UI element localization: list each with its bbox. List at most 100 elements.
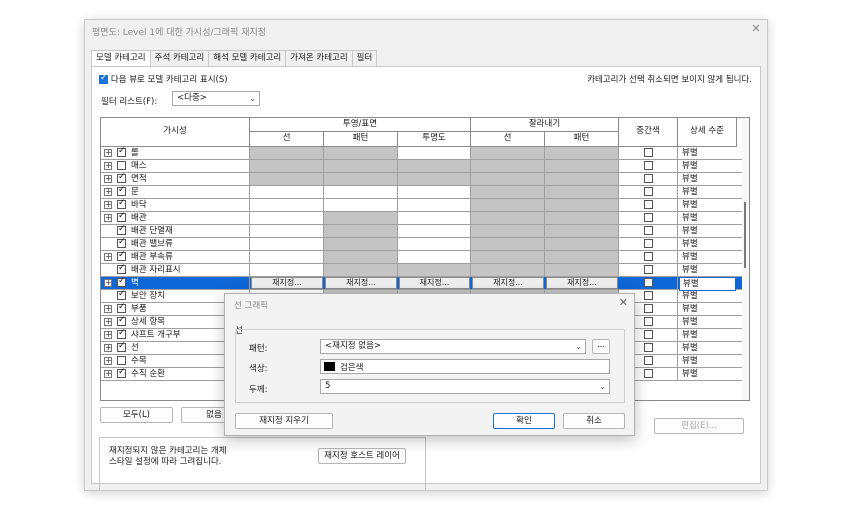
- graphics-cell[interactable]: [545, 173, 619, 185]
- halftone-checkbox[interactable]: [644, 187, 653, 196]
- override-host-layers-button[interactable]: 재지정 호스트 레이어: [318, 448, 406, 464]
- graphics-cell[interactable]: [398, 147, 471, 159]
- clear-overrides-button[interactable]: 재지정 지우기: [235, 413, 333, 429]
- graphics-cell[interactable]: [398, 199, 471, 211]
- ok-button[interactable]: 확인: [493, 413, 555, 429]
- filter-list-select[interactable]: <다중> ⌄: [172, 91, 260, 106]
- expand-icon[interactable]: +: [104, 175, 112, 183]
- graphics-cell[interactable]: [324, 147, 398, 159]
- row-visibility-checkbox[interactable]: [117, 185, 126, 196]
- row-visibility-checkbox[interactable]: [117, 367, 126, 378]
- graphics-cell[interactable]: [471, 251, 545, 263]
- table-row[interactable]: + 배관 부속류 뷰별: [101, 250, 749, 264]
- detail-level-cell[interactable]: 뷰별: [679, 160, 736, 172]
- row-visibility-checkbox[interactable]: [117, 198, 126, 209]
- pattern-more-button[interactable]: ...: [592, 339, 610, 354]
- graphics-cell[interactable]: [398, 186, 471, 198]
- halftone-checkbox[interactable]: [644, 330, 653, 339]
- expand-icon[interactable]: +: [104, 370, 112, 378]
- expand-icon[interactable]: +: [104, 357, 112, 365]
- graphics-cell[interactable]: [471, 225, 545, 237]
- expand-icon[interactable]: +: [104, 305, 112, 313]
- row-visibility-checkbox[interactable]: [117, 328, 126, 339]
- pattern-select[interactable]: <재지정 없음> ⌄: [320, 339, 586, 354]
- table-row[interactable]: 배관 밸브류 뷰별: [101, 237, 749, 251]
- halftone-checkbox[interactable]: [644, 343, 653, 352]
- graphics-cell[interactable]: [398, 173, 471, 185]
- graphics-cell[interactable]: [398, 212, 471, 224]
- detail-level-cell[interactable]: 뷰별: [679, 368, 736, 380]
- tab-annotation-categories[interactable]: 주석 카테고리: [149, 50, 210, 66]
- graphics-cell[interactable]: [324, 251, 398, 263]
- graphics-cell[interactable]: [471, 160, 545, 172]
- expand-icon[interactable]: +: [104, 214, 112, 222]
- graphics-cell[interactable]: [250, 186, 324, 198]
- table-row[interactable]: +문뷰별: [101, 185, 749, 199]
- graphics-cell[interactable]: [250, 173, 324, 185]
- graphics-cell[interactable]: [250, 264, 324, 276]
- graphics-cell[interactable]: [324, 238, 398, 250]
- graphics-cell[interactable]: [545, 212, 619, 224]
- row-visibility-checkbox[interactable]: [117, 237, 126, 248]
- row-visibility-checkbox[interactable]: [117, 356, 126, 365]
- table-row[interactable]: + 면적 뷰별: [101, 172, 749, 186]
- detail-level-cell[interactable]: 뷰별: [679, 147, 736, 159]
- graphics-cell[interactable]: [471, 147, 545, 159]
- halftone-checkbox[interactable]: [644, 226, 653, 235]
- graphics-cell[interactable]: [545, 264, 619, 276]
- graphics-cell[interactable]: [545, 147, 619, 159]
- color-button[interactable]: 검은색: [320, 359, 610, 374]
- halftone-checkbox[interactable]: [644, 356, 653, 365]
- row-visibility-checkbox[interactable]: [117, 341, 126, 352]
- row-visibility-checkbox[interactable]: [117, 289, 126, 300]
- graphics-cell[interactable]: [398, 225, 471, 237]
- halftone-checkbox[interactable]: [644, 317, 653, 326]
- graphics-cell[interactable]: [398, 238, 471, 250]
- weight-select[interactable]: 5 ⌄: [320, 379, 610, 394]
- expand-icon[interactable]: +: [104, 318, 112, 326]
- row-visibility-checkbox[interactable]: [117, 276, 126, 287]
- graphics-cell[interactable]: [545, 251, 619, 263]
- table-row[interactable]: + 배관 뷰별: [101, 211, 749, 225]
- graphics-cell[interactable]: [324, 264, 398, 276]
- graphics-cell[interactable]: [250, 147, 324, 159]
- table-row[interactable]: 배관 단열재 뷰별: [101, 224, 749, 238]
- halftone-checkbox[interactable]: [644, 200, 653, 209]
- detail-level-cell[interactable]: 뷰별: [679, 225, 736, 237]
- graphics-cell[interactable]: [545, 225, 619, 237]
- halftone-checkbox[interactable]: [644, 265, 653, 274]
- row-visibility-checkbox[interactable]: [117, 211, 126, 222]
- dialog-close-icon[interactable]: ✕: [619, 296, 628, 309]
- show-categories-checkbox[interactable]: [99, 73, 108, 84]
- row-visibility-checkbox[interactable]: [117, 146, 126, 157]
- expand-icon[interactable]: +: [104, 344, 112, 352]
- halftone-checkbox[interactable]: [644, 161, 653, 170]
- detail-level-cell[interactable]: 뷰별: [679, 303, 736, 315]
- graphics-cell[interactable]: [398, 160, 471, 172]
- row-visibility-checkbox[interactable]: [117, 263, 126, 274]
- row-visibility-checkbox[interactable]: [117, 224, 126, 235]
- detail-level-cell[interactable]: 뷰별: [679, 329, 736, 341]
- expand-icon[interactable]: +: [104, 253, 112, 261]
- override-button[interactable]: 재지정...: [325, 277, 397, 289]
- override-button[interactable]: 재지정...: [546, 277, 618, 289]
- graphics-cell[interactable]: [250, 238, 324, 250]
- table-row[interactable]: + 매스 뷰별: [101, 160, 749, 173]
- halftone-checkbox[interactable]: [644, 291, 653, 300]
- expand-icon[interactable]: +: [104, 162, 112, 170]
- row-visibility-checkbox[interactable]: [117, 250, 126, 261]
- detail-level-cell[interactable]: 뷰별: [679, 290, 736, 302]
- expand-icon[interactable]: +: [104, 279, 112, 287]
- halftone-checkbox[interactable]: [644, 304, 653, 313]
- graphics-cell[interactable]: [324, 173, 398, 185]
- header-visibility[interactable]: 가시성: [101, 118, 250, 147]
- expand-icon[interactable]: +: [104, 331, 112, 339]
- detail-level-cell[interactable]: 뷰별: [679, 238, 736, 250]
- cancel-button[interactable]: 취소: [563, 413, 625, 429]
- row-visibility-checkbox[interactable]: [117, 172, 126, 183]
- graphics-cell[interactable]: [471, 173, 545, 185]
- detail-level-cell[interactable]: 뷰별: [679, 199, 736, 211]
- scrollbar-thumb[interactable]: [744, 202, 746, 268]
- detail-level-cell[interactable]: 뷰별: [679, 342, 736, 354]
- halftone-checkbox[interactable]: [644, 174, 653, 183]
